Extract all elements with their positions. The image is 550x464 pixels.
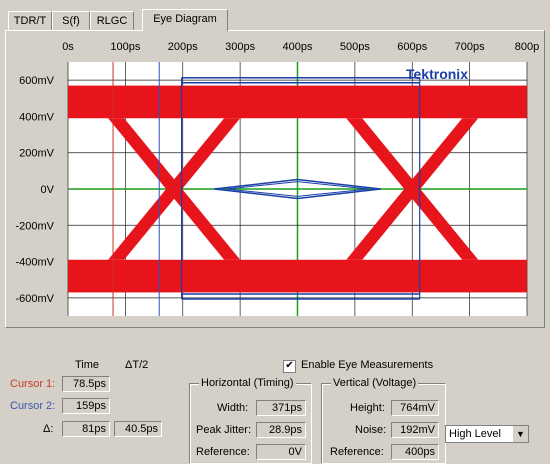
width-label: Width: xyxy=(217,402,249,414)
tab-eye-diagram[interactable]: Eye Diagram xyxy=(142,9,228,31)
level-select[interactable]: High Level ▼ xyxy=(445,425,529,443)
width-field: 371ps xyxy=(256,400,306,416)
y-tick-label: -400mV xyxy=(15,257,54,269)
cursor1-label: Cursor 1: xyxy=(10,378,56,390)
eye-upper-rail xyxy=(68,85,527,119)
delta-time-field: 81ps xyxy=(62,421,110,437)
y-tick-label: -200mV xyxy=(15,220,54,232)
x-tick-label: 800p xyxy=(515,41,539,53)
x-tick-label: 0s xyxy=(62,41,74,53)
noise-field: 192mV xyxy=(391,422,439,438)
tektronix-watermark: Tektronix xyxy=(406,66,468,82)
y-tick-label: 0V xyxy=(41,184,55,196)
enable-eye-label[interactable]: Enable Eye Measurements xyxy=(301,359,433,371)
enable-eye-checkbox[interactable]: ✔ xyxy=(283,360,296,373)
level-select-value: High Level xyxy=(449,428,501,440)
x-tick-label: 400ps xyxy=(283,41,313,53)
height-label: Height: xyxy=(350,402,385,414)
cursor1-time-field: 78.5ps xyxy=(62,376,110,392)
delta-label: Δ: xyxy=(43,423,54,435)
cursor2-label: Cursor 2: xyxy=(10,400,56,412)
x-tick-label: 700ps xyxy=(455,41,485,53)
cursor2-time-field: 159ps xyxy=(62,398,110,414)
dt-half-header: ΔT/2 xyxy=(125,359,149,371)
y-tick-label: 200mV xyxy=(19,148,55,160)
time-header: Time xyxy=(75,359,100,371)
chevron-down-icon[interactable]: ▼ xyxy=(512,426,528,442)
x-tick-label: 600ps xyxy=(397,41,427,53)
peak-jitter-field: 28.9ps xyxy=(256,422,306,438)
v-reference-label: Reference: xyxy=(330,446,384,458)
v-reference-field: 400ps xyxy=(391,444,439,460)
horizontal-group-legend: Horizontal (Timing) xyxy=(199,377,296,389)
peak-jitter-label: Peak Jitter: xyxy=(196,424,252,436)
h-reference-field: 0V xyxy=(256,444,306,460)
height-field: 764mV xyxy=(391,400,439,416)
y-tick-label: 400mV xyxy=(19,111,55,123)
eye-diagram-chart: 0s 100ps 200ps 300ps 400ps 500ps 600ps 700ps 800… xyxy=(15,41,539,316)
x-tick-label: 500ps xyxy=(340,41,370,53)
x-tick-label: 200ps xyxy=(168,41,198,53)
delta-half-field: 40.5ps xyxy=(114,421,162,437)
y-tick-label: -600mV xyxy=(15,293,54,305)
eye-lower-rail xyxy=(68,259,527,293)
y-tick-label: 600mV xyxy=(19,75,55,87)
vertical-group-legend: Vertical (Voltage) xyxy=(331,377,419,389)
x-tick-label: 300ps xyxy=(225,41,255,53)
x-tick-label: 100ps xyxy=(110,41,140,53)
noise-label: Noise: xyxy=(355,424,387,436)
h-reference-label: Reference: xyxy=(196,446,250,458)
checkmark-icon: ✔ xyxy=(285,360,294,371)
